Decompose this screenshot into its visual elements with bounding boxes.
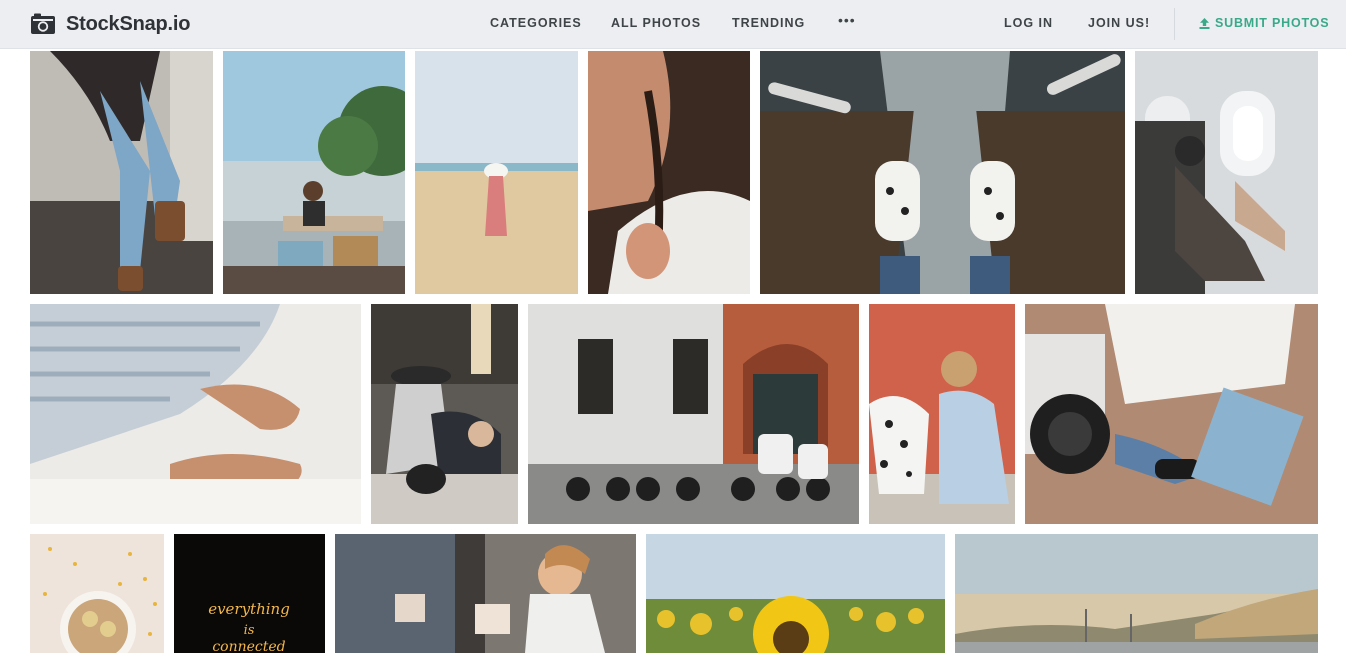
nav-divider bbox=[1174, 8, 1175, 40]
photo-sunflower-field[interactable] bbox=[646, 534, 945, 653]
photo-family-living-room[interactable] bbox=[371, 304, 518, 524]
neon-line-3: connected bbox=[212, 639, 285, 653]
photo-neon-sign-everything-is-connected[interactable]: everything is connected bbox=[174, 534, 325, 653]
photo-sneakers-on-boat[interactable] bbox=[760, 51, 1125, 294]
nav-categories[interactable]: CATEGORIES bbox=[490, 16, 582, 30]
nav-all-photos[interactable]: ALL PHOTOS bbox=[611, 16, 701, 30]
more-menu-icon[interactable]: ••• bbox=[838, 12, 856, 28]
neon-line-2: is bbox=[244, 623, 255, 638]
brand-logo[interactable]: StockSnap.io bbox=[30, 11, 190, 37]
join-link[interactable]: JOIN US! bbox=[1088, 16, 1150, 30]
photo-girl-christmas-cake[interactable] bbox=[335, 534, 636, 653]
photo-beach-woman-pink-dress[interactable] bbox=[415, 51, 578, 294]
photo-scooters-street[interactable] bbox=[528, 304, 859, 524]
photo-coastal-road-dusk[interactable] bbox=[955, 534, 1318, 653]
login-link[interactable]: LOG IN bbox=[1004, 16, 1053, 30]
photo-woman-dalmatian[interactable] bbox=[869, 304, 1015, 524]
photo-woman-airplane-window[interactable] bbox=[1135, 51, 1318, 294]
neon-line-1: everything bbox=[208, 600, 290, 618]
top-navbar: StockSnap.io CATEGORIES ALL PHOTOS TREND… bbox=[0, 0, 1346, 49]
nav-trending[interactable]: TRENDING bbox=[732, 16, 805, 30]
camera-icon bbox=[31, 13, 55, 34]
photo-bowl-confetti[interactable] bbox=[30, 534, 164, 653]
photo-hands-on-bed[interactable] bbox=[30, 304, 361, 524]
photo-woman-boots-deck[interactable] bbox=[30, 51, 213, 294]
brand-name: StockSnap.io bbox=[66, 12, 191, 35]
submit-photos-button[interactable]: SUBMIT PHOTOS bbox=[1199, 16, 1329, 30]
photo-rooftop-terrace[interactable] bbox=[223, 51, 405, 294]
upload-icon bbox=[1199, 17, 1210, 29]
photo-camera-and-postcard[interactable] bbox=[1025, 304, 1318, 524]
photo-woman-braid-portrait[interactable] bbox=[588, 51, 750, 294]
submit-photos-label: SUBMIT PHOTOS bbox=[1215, 16, 1330, 30]
